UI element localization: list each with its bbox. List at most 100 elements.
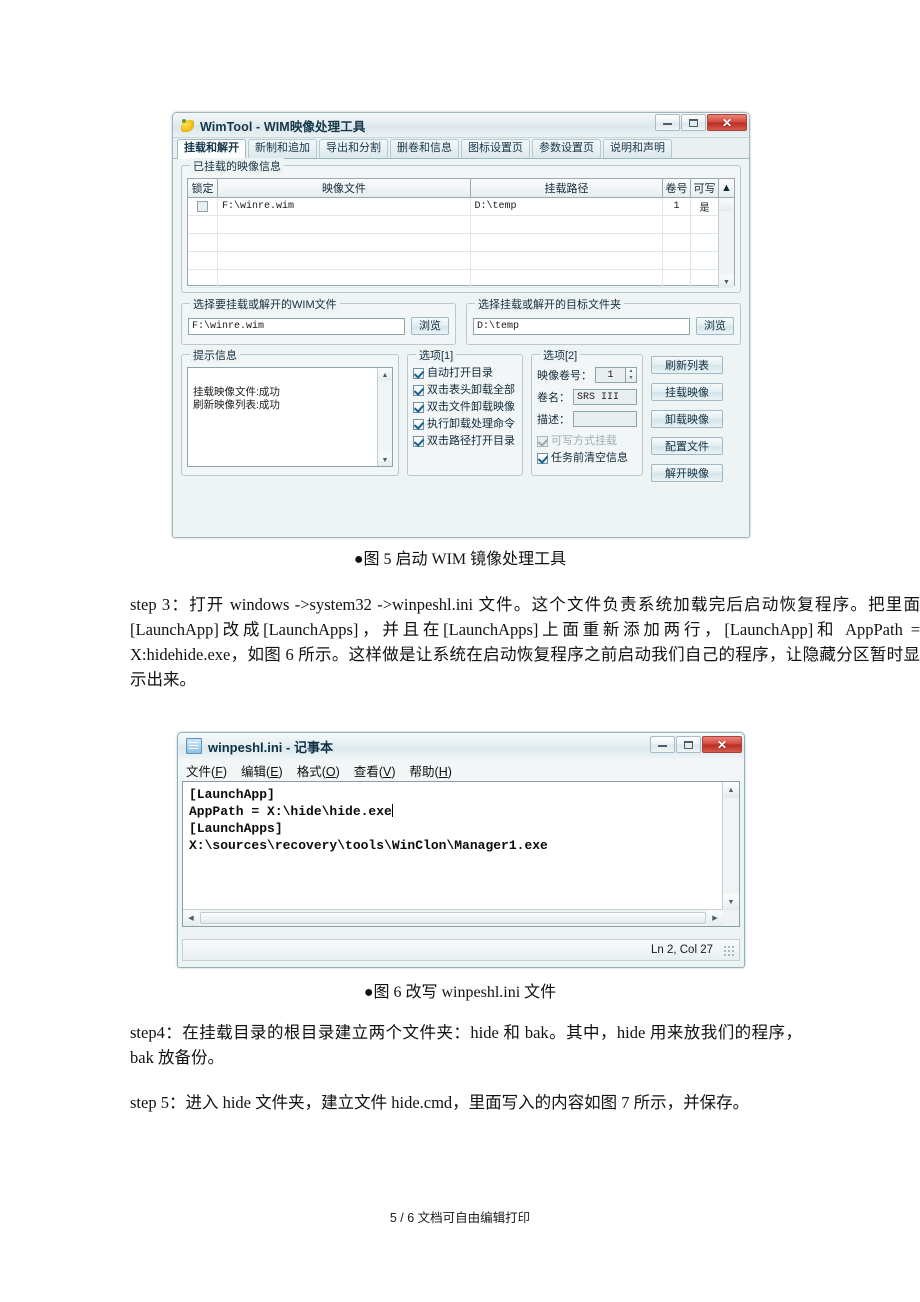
minimize-icon	[663, 120, 672, 125]
wimtool-caption-buttons: ✕	[655, 114, 747, 131]
option-clear-info-before-task[interactable]: 任务前清空信息	[537, 452, 637, 464]
column-header-image-file[interactable]: 映像文件	[218, 179, 472, 197]
scroll-down-icon[interactable]: ▼	[378, 453, 392, 466]
checkbox-icon[interactable]	[413, 367, 424, 379]
tab-export-split[interactable]: 导出和分割	[319, 139, 388, 158]
document-page: WimTool - WIM映像处理工具 ✕ 挂载和解开 新制和追加 导出和分割 …	[0, 0, 920, 1302]
tab-param-settings[interactable]: 参数设置页	[532, 139, 601, 158]
empty-cell	[691, 270, 719, 287]
config-file-button[interactable]: 配置文件	[651, 437, 723, 455]
volume-number-input[interactable]: 1	[595, 367, 626, 383]
empty-cell	[691, 234, 719, 251]
table-row-empty[interactable]	[188, 216, 734, 234]
empty-cell	[188, 234, 218, 251]
stepper-down-icon[interactable]: ▼	[626, 375, 636, 382]
menu-view[interactable]: 查看(V)	[354, 761, 396, 780]
scroll-up-icon[interactable]: ▲	[723, 782, 739, 798]
table-header-row: 锁定 映像文件 挂载路径 卷号 可写 ▲	[188, 179, 734, 198]
notepad-caption-buttons: ✕	[650, 736, 742, 753]
menu-format[interactable]: 格式(O)	[297, 761, 340, 780]
empty-cell	[188, 216, 218, 233]
tab-create-append[interactable]: 新制和追加	[248, 139, 317, 158]
tab-icon-settings[interactable]: 图标设置页	[461, 139, 530, 158]
close-icon: ✕	[716, 737, 728, 752]
option-dblclick-path-open-dir[interactable]: 双击路径打开目录	[413, 435, 518, 447]
resize-grip-icon[interactable]	[723, 945, 735, 957]
empty-cell	[663, 270, 691, 287]
source-browse-button[interactable]: 浏览	[411, 317, 449, 335]
scroll-down-icon[interactable]: ▼	[723, 894, 739, 910]
options1-group-title: 选项[1]	[416, 347, 457, 363]
volume-name-input[interactable]: SRS III	[573, 389, 637, 405]
scroll-right-icon[interactable]: ▶	[707, 910, 723, 926]
target-folder-input[interactable]: D:\temp	[473, 317, 690, 335]
notepad-vertical-scrollbar[interactable]: ▲ ▼	[722, 782, 739, 910]
option-run-unmount-command[interactable]: 执行卸载处理命令	[413, 418, 518, 430]
option-dblclick-header-unmount-all[interactable]: 双击表头卸载全部	[413, 384, 518, 396]
table-row-empty[interactable]	[188, 252, 734, 270]
source-wim-input[interactable]: F:\winre.wim	[188, 317, 405, 335]
log-textbox[interactable]: 挂载映像文件:成功 刷新映像列表:成功 ▲ ▼	[187, 367, 393, 467]
checkbox-icon[interactable]	[413, 418, 424, 430]
row-volume-cell[interactable]: 1	[663, 198, 691, 215]
row-image-file-cell[interactable]: F:\winre.wim	[218, 198, 471, 215]
column-header-mount-path[interactable]: 挂载路径	[471, 179, 663, 197]
option-auto-open-dir[interactable]: 自动打开目录	[413, 367, 518, 379]
empty-cell	[471, 252, 663, 269]
horizontal-scroll-thumb[interactable]	[200, 912, 706, 924]
source-wim-group-title: 选择要挂载或解开的WIM文件	[190, 296, 340, 312]
row-writable-cell[interactable]: 是	[691, 198, 719, 215]
refresh-list-button[interactable]: 刷新列表	[651, 356, 723, 374]
log-vertical-scrollbar[interactable]: ▲ ▼	[377, 368, 392, 466]
column-header-lock[interactable]: 锁定	[188, 179, 218, 197]
scroll-up-icon[interactable]	[719, 198, 734, 211]
table-scroll-up-arrow[interactable]: ▲	[719, 179, 734, 197]
row-lock-cell[interactable]	[188, 198, 218, 215]
description-input[interactable]	[573, 411, 637, 427]
extract-image-button[interactable]: 解开映像	[651, 464, 723, 482]
unmount-image-button[interactable]: 卸载映像	[651, 410, 723, 428]
log-line: 刷新映像列表:成功	[193, 399, 280, 411]
table-row[interactable]: F:\winre.wim D:\temp 1 是	[188, 198, 734, 216]
scroll-up-icon[interactable]: ▲	[378, 368, 392, 381]
table-row-empty[interactable]	[188, 234, 734, 252]
notepad-line: [LaunchApps]	[189, 821, 283, 836]
mounted-images-table[interactable]: 锁定 映像文件 挂载路径 卷号 可写 ▲ F:\winre.wim D:\tem…	[187, 178, 735, 288]
column-header-volume[interactable]: 卷号	[663, 179, 691, 197]
notepad-content[interactable]: [LaunchApp] AppPath = X:\hide\hide.exe […	[183, 782, 739, 858]
notepad-horizontal-scrollbar[interactable]: ◀ ▶	[183, 909, 723, 926]
checkbox-icon[interactable]	[413, 435, 424, 447]
stepper-up-icon[interactable]: ▲	[626, 368, 636, 375]
minimize-button[interactable]	[650, 736, 675, 753]
option-dblclick-file-unmount-image[interactable]: 双击文件卸载映像	[413, 401, 518, 413]
checkbox-icon[interactable]	[413, 401, 424, 413]
tab-mount-unpack[interactable]: 挂载和解开	[177, 139, 246, 159]
maximize-button[interactable]	[676, 736, 701, 753]
checkbox-icon[interactable]	[537, 452, 548, 464]
notepad-line: X:\sources\recovery\tools\WinClon\Manage…	[189, 838, 548, 853]
tab-delete-info[interactable]: 删卷和信息	[390, 139, 459, 158]
volume-number-stepper[interactable]: ▲ ▼	[626, 367, 637, 383]
notepad-text-area[interactable]: [LaunchApp] AppPath = X:\hide\hide.exe […	[182, 781, 740, 927]
checkbox-icon[interactable]	[413, 384, 424, 396]
scroll-down-icon[interactable]: ▼	[719, 275, 734, 288]
wimtool-title: WimTool - WIM映像处理工具	[200, 119, 366, 134]
row-mount-path-cell[interactable]: D:\temp	[471, 198, 663, 215]
tab-about[interactable]: 说明和声明	[603, 139, 672, 158]
menu-file[interactable]: 文件(F)	[186, 761, 227, 780]
close-button[interactable]: ✕	[702, 736, 742, 753]
close-button[interactable]: ✕	[707, 114, 747, 131]
lock-checkbox[interactable]	[197, 201, 208, 212]
notepad-line: [LaunchApp]	[189, 787, 275, 802]
paragraph-step4: step4：在挂载目录的根目录建立两个文件夹：hide 和 bak。其中，hid…	[130, 1023, 802, 1067]
mount-image-button[interactable]: 挂载映像	[651, 383, 723, 401]
table-vertical-scrollbar[interactable]: ▼	[718, 198, 734, 288]
menu-help[interactable]: 帮助(H)	[410, 761, 452, 780]
column-header-writable[interactable]: 可写	[691, 179, 719, 197]
menu-edit[interactable]: 编辑(E)	[241, 761, 283, 780]
table-row-empty[interactable]	[188, 270, 734, 288]
scroll-left-icon[interactable]: ◀	[183, 910, 199, 926]
minimize-button[interactable]	[655, 114, 680, 131]
target-browse-button[interactable]: 浏览	[696, 317, 734, 335]
maximize-button[interactable]	[681, 114, 706, 131]
